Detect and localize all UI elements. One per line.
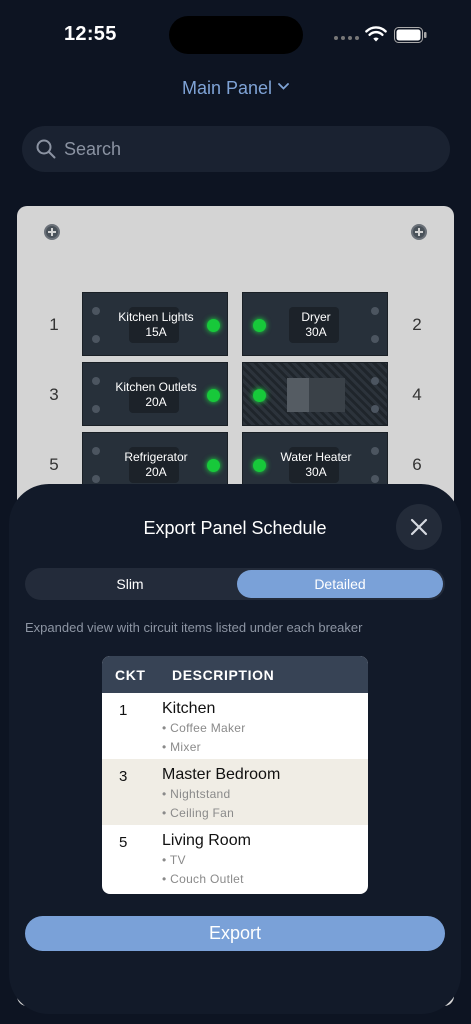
column-header-ckt: CKT xyxy=(115,667,146,683)
table-row: 1 Kitchen • Coffee Maker • Mixer xyxy=(102,693,368,759)
breaker-name: Kitchen Lights xyxy=(118,310,194,324)
breaker-name: Dryer xyxy=(301,310,331,324)
breaker-card[interactable]: Dryer 30A xyxy=(242,292,388,356)
panel-selector-label: Main Panel xyxy=(181,78,273,98)
circuit-number: 6 xyxy=(412,455,422,474)
row-item: • Ceiling Fan xyxy=(162,806,235,820)
breaker-card[interactable]: Kitchen Lights 15A xyxy=(82,292,228,356)
row-item: • Nightstand xyxy=(162,787,231,801)
segment-slim[interactable]: Slim xyxy=(27,570,233,598)
table-row: 3 Master Bedroom • Nightstand • Ceiling … xyxy=(102,759,368,825)
row-description: Kitchen xyxy=(162,700,216,717)
row-description: Living Room xyxy=(162,832,251,849)
row-ckt: 3 xyxy=(119,768,128,785)
breaker-amps: 20A xyxy=(145,465,167,479)
format-segmented-control: Slim Detailed xyxy=(25,568,445,600)
search-icon xyxy=(36,139,56,159)
row-item: • Couch Outlet xyxy=(162,872,244,886)
empty-breaker-slot[interactable] xyxy=(242,362,388,426)
segment-detailed[interactable]: Detailed xyxy=(237,570,443,598)
breaker-name: Refrigerator xyxy=(124,450,188,464)
close-icon xyxy=(410,518,428,536)
column-header-description: DESCRIPTION xyxy=(172,667,275,683)
breaker-amps: 15A xyxy=(145,325,167,339)
schedule-preview-table: CKT DESCRIPTION 1 Kitchen • Coffee Maker… xyxy=(102,656,368,894)
circuit-number: 2 xyxy=(412,315,422,334)
circuit-number: 5 xyxy=(49,455,59,474)
export-sheet: Export Panel Schedule Slim Detailed Expa… xyxy=(9,484,461,1014)
sheet-title: Export Panel Schedule xyxy=(143,518,327,538)
dynamic-island xyxy=(169,16,303,54)
table-header: CKT DESCRIPTION xyxy=(102,656,368,693)
export-button[interactable]: Export xyxy=(25,916,445,951)
breaker-amps: 30A xyxy=(305,465,327,479)
table-row: 5 Living Room • TV • Couch Outlet xyxy=(102,825,368,891)
circuit-number: 4 xyxy=(412,385,422,404)
screw-icon xyxy=(411,224,427,240)
row-item: • Mixer xyxy=(162,740,201,754)
cellular-signal-icon xyxy=(334,36,359,40)
wifi-icon xyxy=(365,26,387,42)
screw-icon xyxy=(44,224,60,240)
panel-selector[interactable]: Main Panel xyxy=(0,78,471,99)
row-item: • Coffee Maker xyxy=(162,721,246,735)
breaker-amps: 20A xyxy=(145,395,167,409)
search-bar[interactable] xyxy=(22,126,450,172)
status-led-icon xyxy=(253,389,266,402)
row-item: • TV xyxy=(162,853,186,867)
breaker-card[interactable]: Kitchen Outlets 20A xyxy=(82,362,228,426)
breaker-name: Kitchen Outlets xyxy=(115,380,197,394)
search-input[interactable] xyxy=(64,126,434,172)
circuit-number: 3 xyxy=(49,385,59,404)
row-ckt: 5 xyxy=(119,834,128,851)
breaker-amps: 30A xyxy=(305,325,327,339)
battery-icon xyxy=(394,27,427,43)
row-ckt: 1 xyxy=(119,702,128,719)
status-time: 12:55 xyxy=(64,23,117,45)
breaker-name: Water Heater xyxy=(280,450,352,464)
chevron-down-icon xyxy=(278,83,289,90)
format-description: Expanded view with circuit items listed … xyxy=(25,620,363,635)
close-button[interactable] xyxy=(396,504,442,550)
circuit-number: 1 xyxy=(49,315,59,334)
status-bar: 12:55 xyxy=(0,0,471,60)
row-description: Master Bedroom xyxy=(162,766,281,783)
